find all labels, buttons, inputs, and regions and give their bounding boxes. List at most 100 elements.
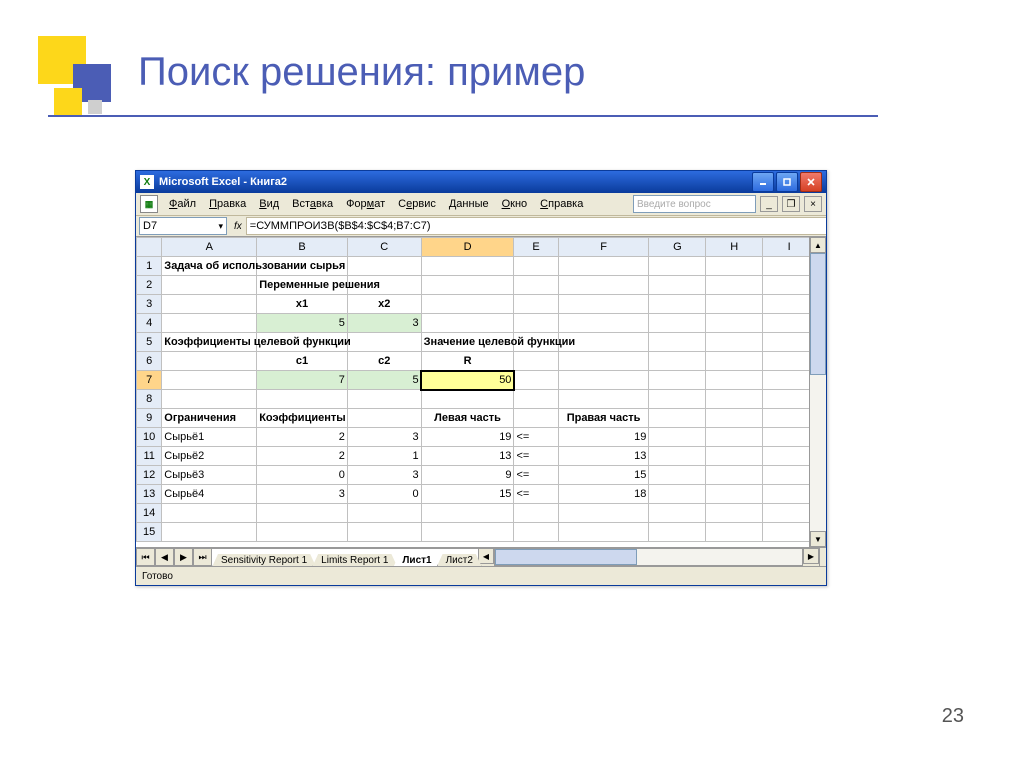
cell-C5[interactable] [347, 333, 421, 352]
cell-D10[interactable]: 19 [421, 428, 514, 447]
cell-I15[interactable] [763, 523, 809, 542]
cell-A7[interactable] [162, 371, 257, 390]
col-header-A[interactable]: A [162, 238, 257, 257]
cell-A11[interactable]: Сырьё2 [162, 447, 257, 466]
cell-F7[interactable] [558, 371, 649, 390]
cell-H2[interactable] [706, 276, 763, 295]
menu-view[interactable]: Вид [253, 196, 285, 212]
last-sheet-button[interactable]: ⏭ [193, 548, 212, 566]
row-header-8[interactable]: 8 [137, 390, 162, 409]
cell-G13[interactable] [649, 485, 706, 504]
cell-D8[interactable] [421, 390, 514, 409]
cell-G2[interactable] [649, 276, 706, 295]
cell-D7[interactable]: 50 [421, 371, 514, 390]
cell-G10[interactable] [649, 428, 706, 447]
scroll-right-button[interactable]: ▶ [803, 548, 819, 564]
cell-I7[interactable] [763, 371, 809, 390]
cell-A3[interactable] [162, 295, 257, 314]
cell-F8[interactable] [558, 390, 649, 409]
cell-H9[interactable] [706, 409, 763, 428]
cell-C9[interactable] [347, 409, 421, 428]
col-header-F[interactable]: F [558, 238, 649, 257]
cell-A2[interactable] [162, 276, 257, 295]
cell-B14[interactable] [257, 504, 348, 523]
cell-A14[interactable] [162, 504, 257, 523]
cell-A13[interactable]: Сырьё4 [162, 485, 257, 504]
cell-B11[interactable]: 2 [257, 447, 348, 466]
menu-help[interactable]: Справка [534, 196, 589, 212]
cell-I4[interactable] [763, 314, 809, 333]
cell-E11[interactable]: <= [514, 447, 558, 466]
cell-H1[interactable] [706, 257, 763, 276]
cell-D14[interactable] [421, 504, 514, 523]
cell-I10[interactable] [763, 428, 809, 447]
cell-H14[interactable] [706, 504, 763, 523]
next-sheet-button[interactable]: ▶ [174, 548, 193, 566]
menu-edit[interactable]: Правка [203, 196, 252, 212]
col-header-C[interactable]: C [347, 238, 421, 257]
cell-E3[interactable] [514, 295, 558, 314]
cell-H10[interactable] [706, 428, 763, 447]
cell-G8[interactable] [649, 390, 706, 409]
doc-close-button[interactable]: × [804, 196, 822, 212]
cell-G12[interactable] [649, 466, 706, 485]
help-search-box[interactable]: Введите вопрос [633, 195, 756, 213]
row-header-12[interactable]: 12 [137, 466, 162, 485]
cell-F14[interactable] [558, 504, 649, 523]
doc-minimize-button[interactable]: _ [760, 196, 778, 212]
select-all-corner[interactable] [137, 238, 162, 257]
row-header-14[interactable]: 14 [137, 504, 162, 523]
cell-G11[interactable] [649, 447, 706, 466]
cell-F1[interactable] [558, 257, 649, 276]
cell-I5[interactable] [763, 333, 809, 352]
cell-E1[interactable] [514, 257, 558, 276]
cell-B9[interactable]: Коэффициенты [257, 409, 348, 428]
vscroll-thumb[interactable] [810, 253, 826, 375]
cell-F10[interactable]: 19 [558, 428, 649, 447]
prev-sheet-button[interactable]: ◀ [155, 548, 174, 566]
cell-B6[interactable]: c1 [257, 352, 348, 371]
col-header-I[interactable]: I [763, 238, 809, 257]
sheet-tab[interactable]: Лист2 [437, 554, 482, 566]
cell-C4[interactable]: 3 [347, 314, 421, 333]
cell-C7[interactable]: 5 [347, 371, 421, 390]
sheet-tab[interactable]: Limits Report 1 [312, 554, 397, 566]
name-box-dropdown-icon[interactable]: ▾ [218, 221, 223, 232]
cell-E13[interactable]: <= [514, 485, 558, 504]
menu-data[interactable]: Данные [443, 196, 495, 212]
cell-B7[interactable]: 7 [257, 371, 348, 390]
cell-F15[interactable] [558, 523, 649, 542]
hscroll-track[interactable] [494, 548, 803, 566]
cell-C6[interactable]: c2 [347, 352, 421, 371]
cell-H12[interactable] [706, 466, 763, 485]
cell-H13[interactable] [706, 485, 763, 504]
cell-F3[interactable] [558, 295, 649, 314]
cell-G1[interactable] [649, 257, 706, 276]
scroll-left-button[interactable]: ◀ [478, 548, 494, 564]
cell-G4[interactable] [649, 314, 706, 333]
cell-H5[interactable] [706, 333, 763, 352]
minimize-button[interactable] [752, 172, 774, 192]
cell-H7[interactable] [706, 371, 763, 390]
row-header-3[interactable]: 3 [137, 295, 162, 314]
col-header-E[interactable]: E [514, 238, 558, 257]
cell-C10[interactable]: 3 [347, 428, 421, 447]
cell-B15[interactable] [257, 523, 348, 542]
maximize-button[interactable] [776, 172, 798, 192]
cell-E2[interactable] [514, 276, 558, 295]
cell-H6[interactable] [706, 352, 763, 371]
hscroll-split[interactable] [819, 548, 826, 566]
cell-D4[interactable] [421, 314, 514, 333]
cell-I8[interactable] [763, 390, 809, 409]
sheet-tab[interactable]: Sensitivity Report 1 [212, 554, 316, 566]
menu-format[interactable]: Формат [340, 196, 391, 212]
cell-F2[interactable] [558, 276, 649, 295]
cell-C11[interactable]: 1 [347, 447, 421, 466]
row-header-1[interactable]: 1 [137, 257, 162, 276]
cell-A10[interactable]: Сырьё1 [162, 428, 257, 447]
cell-C15[interactable] [347, 523, 421, 542]
close-button[interactable] [800, 172, 822, 192]
name-box[interactable]: D7 ▾ [139, 217, 227, 235]
cell-D6[interactable]: R [421, 352, 514, 371]
cell-E7[interactable] [514, 371, 558, 390]
